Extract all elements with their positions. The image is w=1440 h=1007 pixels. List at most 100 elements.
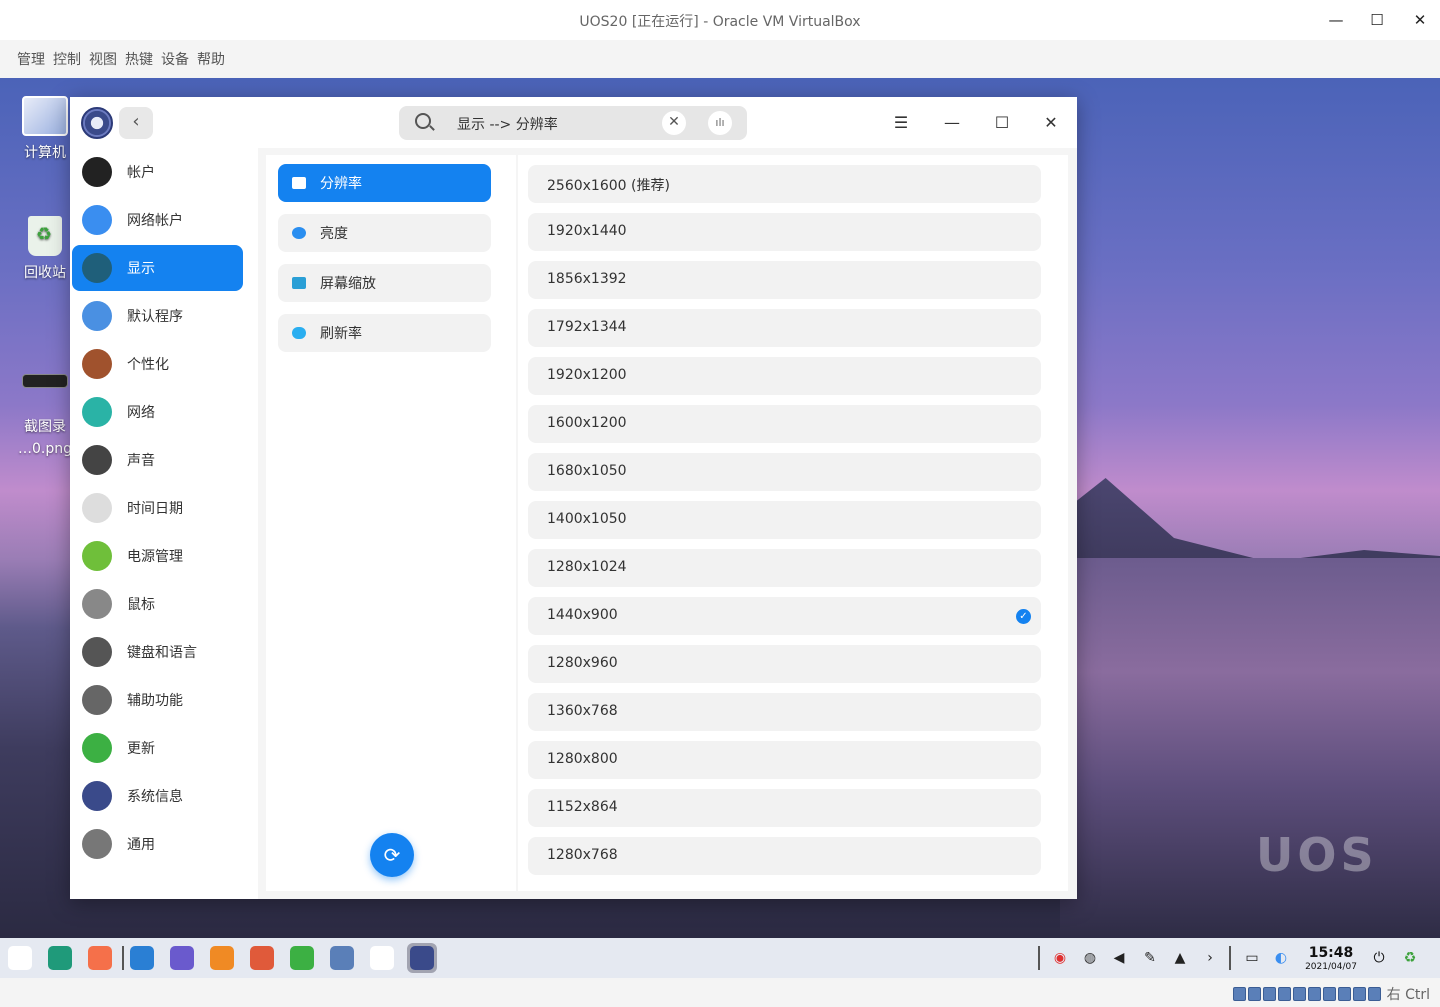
keyboard-tray-icon[interactable]: ▭ [1243, 949, 1261, 967]
sidebar-item[interactable]: 显示 [72, 245, 243, 291]
resolution-label: 1280x768 [547, 847, 618, 863]
resolution-option[interactable]: 1920x1440 [528, 213, 1041, 251]
network-tray-icon[interactable]: ◐ [1272, 949, 1290, 967]
clock-time[interactable]: 15:48 [1302, 945, 1360, 961]
trash-tray-icon[interactable]: ♻ [1401, 949, 1419, 967]
bell-icon[interactable]: ▲ [1171, 949, 1189, 967]
resolution-option[interactable]: 1360x768 [528, 693, 1041, 731]
resolution-label: 1600x1200 [547, 415, 627, 431]
sidebar-item[interactable]: 通用 [72, 821, 243, 867]
resolution-option[interactable]: 1680x1050 [528, 453, 1041, 491]
window-menu-icon[interactable]: ☰ [889, 111, 913, 135]
vbox-menu-view[interactable]: 视图 [89, 49, 117, 69]
sidebar-item-label: 显示 [127, 261, 155, 277]
display-submenu-item[interactable]: 刷新率 [278, 314, 491, 352]
sidebar-item[interactable]: 个性化 [72, 341, 243, 387]
dock-app[interactable] [127, 943, 157, 973]
sidebar-item[interactable]: 更新 [72, 725, 243, 771]
vbox-close-icon[interactable]: ✕ [1409, 9, 1431, 31]
volume-icon[interactable]: ◀ [1110, 949, 1128, 967]
search-input[interactable]: 显示 --> 分辨率 [457, 114, 558, 134]
vbox-menu-help[interactable]: 帮助 [197, 49, 225, 69]
clear-search-icon[interactable]: ✕ [662, 111, 686, 135]
dock-app[interactable] [327, 943, 357, 973]
resolution-option[interactable]: 1920x1200 [528, 357, 1041, 395]
document-viewer-icon [330, 946, 354, 970]
display-submenu-label: 刷新率 [320, 326, 362, 342]
dock-app[interactable] [367, 943, 397, 973]
vbox-audio-icon[interactable] [1262, 987, 1276, 1001]
vbox-titlebar: UOS20 [正在运行] - Oracle VM VirtualBox — ☐ … [0, 0, 1440, 40]
window-close-icon[interactable]: ✕ [1039, 111, 1063, 135]
vbox-menu-devices[interactable]: 设备 [161, 49, 189, 69]
vbox-menu-control[interactable]: 控制 [53, 49, 81, 69]
resolution-option[interactable]: 1792x1344 [528, 309, 1041, 347]
dock-app[interactable] [85, 943, 115, 973]
window-maximize-icon[interactable]: ☐ [990, 111, 1014, 135]
screen-scale-icon [292, 277, 306, 289]
vbox-mouse-integration-icon[interactable] [1367, 987, 1381, 1001]
rotate-screen-button[interactable]: ⟳ [370, 833, 414, 877]
sidebar-item[interactable]: 声音 [72, 437, 243, 483]
pen-icon[interactable]: ✎ [1141, 949, 1159, 967]
vbox-menu-manage[interactable]: 管理 [17, 49, 45, 69]
voice-input-icon[interactable]: ılı [708, 111, 732, 135]
resolution-label: 1400x1050 [547, 511, 627, 527]
globe-icon[interactable]: ◍ [1081, 949, 1099, 967]
refresh-rate-icon [292, 327, 306, 339]
display-submenu-item[interactable]: 亮度 [278, 214, 491, 252]
sidebar-item[interactable]: 帐户 [72, 149, 243, 195]
vbox-window-title: UOS20 [正在运行] - Oracle VM VirtualBox [579, 14, 861, 30]
search-box[interactable]: 显示 --> 分辨率 ✕ ılı [399, 106, 747, 140]
dock-app[interactable] [407, 943, 437, 973]
window-minimize-icon[interactable]: — [940, 111, 964, 135]
resolution-option[interactable]: 1280x768 [528, 837, 1041, 875]
dock-app[interactable] [5, 943, 35, 973]
vbox-disk-icon[interactable] [1232, 987, 1246, 1001]
resolution-option[interactable]: 2560x1600 (推荐) [528, 165, 1041, 203]
uos-watermark: UOS [1256, 828, 1378, 882]
dock-app[interactable] [167, 943, 197, 973]
dock-app[interactable] [207, 943, 237, 973]
sidebar-item[interactable]: 键盘和语言 [72, 629, 243, 675]
multitask-view-icon [48, 946, 72, 970]
browser-icon [170, 946, 194, 970]
sidebar-item[interactable]: 网络 [72, 389, 243, 435]
vbox-minimize-icon[interactable]: — [1325, 9, 1347, 31]
dock-app[interactable] [247, 943, 277, 973]
sidebar-item[interactable]: 时间日期 [72, 485, 243, 531]
resolution-option[interactable]: 1280x960 [528, 645, 1041, 683]
sidebar-item[interactable]: 网络帐户 [72, 197, 243, 243]
shield-icon[interactable]: ◉ [1051, 949, 1069, 967]
sidebar-item[interactable]: 辅助功能 [72, 677, 243, 723]
vbox-optical-icon[interactable] [1247, 987, 1261, 1001]
back-button[interactable]: ‹ [119, 107, 153, 139]
vbox-cpu-icon[interactable] [1352, 987, 1366, 1001]
expand-tray-icon[interactable]: › [1201, 949, 1219, 967]
resolution-option[interactable]: 1400x1050 [528, 501, 1041, 539]
sidebar-item[interactable]: 系统信息 [72, 773, 243, 819]
clock-date[interactable]: 2021/04/07 [1302, 962, 1360, 972]
resolution-option[interactable]: 1856x1392 [528, 261, 1041, 299]
sidebar-item[interactable]: 默认程序 [72, 293, 243, 339]
resolution-option[interactable]: 1280x1024 [528, 549, 1041, 587]
resolution-option[interactable]: 1152x864 [528, 789, 1041, 827]
display-submenu-item[interactable]: 分辨率 [278, 164, 491, 202]
dock-app[interactable] [287, 943, 317, 973]
vbox-menu-hotkeys[interactable]: 热键 [125, 49, 153, 69]
vbox-display-icon[interactable] [1322, 987, 1336, 1001]
sidebar-item[interactable]: 鼠标 [72, 581, 243, 627]
dock-app[interactable] [45, 943, 75, 973]
vbox-usb-icon[interactable] [1292, 987, 1306, 1001]
vbox-network-icon[interactable] [1277, 987, 1291, 1001]
power-icon[interactable]: ⏻ [1370, 949, 1388, 967]
resolution-option[interactable]: 1600x1200 [528, 405, 1041, 443]
resolution-label: 1792x1344 [547, 319, 627, 335]
display-submenu-item[interactable]: 屏幕缩放 [278, 264, 491, 302]
vbox-recording-icon[interactable] [1337, 987, 1351, 1001]
resolution-option[interactable]: 1280x800 [528, 741, 1041, 779]
vbox-shared-folder-icon[interactable] [1307, 987, 1321, 1001]
resolution-option[interactable]: 1440x900 ✓ [528, 597, 1041, 635]
sidebar-item[interactable]: 电源管理 [72, 533, 243, 579]
vbox-maximize-icon[interactable]: ☐ [1366, 9, 1388, 31]
